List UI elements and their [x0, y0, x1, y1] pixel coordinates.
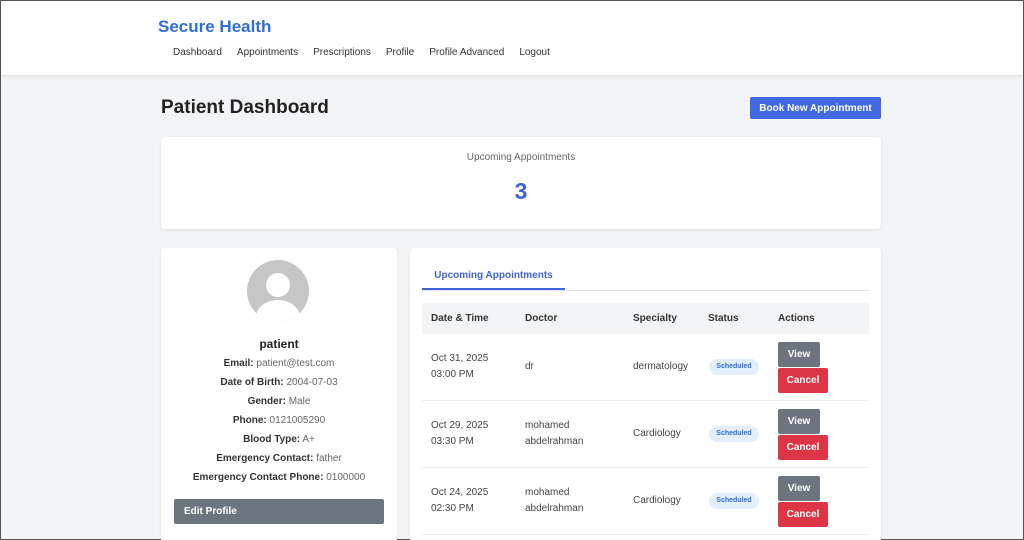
profile-email-label: Email:: [223, 358, 254, 369]
patient-name: patient: [259, 337, 299, 351]
appointment-datetime: Oct 29, 2025 03:30 PM: [431, 418, 488, 450]
avatar-head-icon: [266, 273, 290, 297]
appointment-time: 03:30 PM: [431, 436, 474, 447]
profile-dob-label: Date of Birth:: [220, 377, 284, 388]
appointment-date: Oct 31, 2025: [431, 353, 489, 364]
column-doctor: Doctor: [525, 313, 558, 324]
tab-upcoming-appointments[interactable]: Upcoming Appointments: [422, 262, 565, 290]
appointment-time: 03:00 PM: [431, 369, 474, 380]
cancel-button[interactable]: Cancel: [778, 368, 828, 393]
profile-email: Email: patient@test.com: [161, 358, 397, 369]
cancel-button[interactable]: Cancel: [778, 435, 828, 460]
avatar-body-icon: [256, 300, 300, 322]
brand-logo[interactable]: Secure Health: [158, 17, 271, 37]
appointment-datetime: Oct 31, 2025 03:00 PM: [431, 351, 488, 383]
nav-dashboard[interactable]: Dashboard: [173, 47, 222, 58]
table-row: Oct 31, 2025 03:00 PM dr dermatology Sch…: [422, 334, 869, 401]
profile-emergency-contact-value: father: [316, 453, 342, 464]
doctor-name-line1: mohamed: [525, 487, 570, 498]
nav-profile-advanced[interactable]: Profile Advanced: [429, 47, 504, 58]
profile-blood-type-label: Blood Type:: [243, 434, 301, 445]
table-row: Oct 24, 2025 02:30 PM mohamed abdelrahma…: [422, 468, 869, 535]
tab-divider: [422, 290, 870, 291]
nav-prescriptions[interactable]: Prescriptions: [313, 47, 371, 58]
upcoming-count-card: Upcoming Appointments 3: [161, 137, 881, 229]
stat-value: 3: [514, 178, 528, 204]
column-date-time: Date & Time: [431, 313, 489, 324]
appointments-card: Upcoming Appointments Date & Time Doctor…: [410, 248, 881, 540]
appointment-doctor: mohamed abdelrahman: [525, 485, 583, 517]
profile-phone-value: 0121005290: [269, 415, 326, 426]
doctor-name-line1: dr: [525, 361, 534, 372]
profile-gender: Gender: Male: [161, 396, 397, 407]
profile-dob: Date of Birth: 2004-07-03: [161, 377, 397, 388]
main-nav: Dashboard Appointments Prescriptions Pro…: [173, 47, 565, 58]
page-title: Patient Dashboard: [161, 97, 329, 118]
nav-profile[interactable]: Profile: [386, 47, 414, 58]
profile-emergency-phone-value: 0100000: [326, 472, 366, 483]
avatar: [247, 260, 309, 322]
profile-emergency-contact-label: Emergency Contact:: [216, 453, 314, 464]
profile-gender-value: Male: [288, 396, 311, 407]
book-appointment-button[interactable]: Book New Appointment: [750, 97, 881, 119]
stat-label: Upcoming Appointments: [466, 152, 576, 163]
appointment-specialty: Cardiology: [633, 495, 681, 506]
column-status: Status: [708, 313, 739, 324]
profile-phone: Phone: 0121005290: [161, 415, 397, 426]
appointment-doctor: mohamed abdelrahman: [525, 418, 583, 450]
doctor-name-line1: mohamed: [525, 420, 570, 431]
view-button[interactable]: View: [778, 409, 820, 434]
status-badge: Scheduled: [709, 359, 759, 375]
status-badge: Scheduled: [709, 493, 759, 509]
profile-dob-value: 2004-07-03: [286, 377, 338, 388]
appointment-doctor: dr: [525, 359, 534, 375]
status-badge: Scheduled: [709, 426, 759, 442]
appointment-date: Oct 29, 2025: [431, 420, 489, 431]
view-button[interactable]: View: [778, 476, 820, 501]
nav-appointments[interactable]: Appointments: [237, 47, 298, 58]
appointment-specialty: dermatology: [633, 361, 689, 372]
appointment-time: 02:30 PM: [431, 503, 474, 514]
profile-email-value: patient@test.com: [256, 358, 335, 369]
table-row: Oct 29, 2025 03:30 PM mohamed abdelrahma…: [422, 401, 869, 468]
profile-gender-label: Gender:: [247, 396, 286, 407]
column-actions: Actions: [778, 313, 815, 324]
top-navbar: Secure Health Dashboard Appointments Pre…: [1, 1, 1023, 76]
table-header: Date & Time Doctor Specialty Status Acti…: [422, 303, 869, 334]
profile-emergency-phone-label: Emergency Contact Phone:: [192, 472, 324, 483]
appointment-specialty: Cardiology: [633, 428, 681, 439]
profile-blood-type: Blood Type: A+: [161, 434, 397, 445]
profile-emergency-phone: Emergency Contact Phone: 0100000: [161, 472, 397, 483]
view-button[interactable]: View: [778, 342, 820, 367]
profile-card: patient Email: patient@test.com Date of …: [161, 248, 397, 540]
edit-profile-button[interactable]: Edit Profile: [174, 499, 384, 524]
doctor-name-line2: abdelrahman: [525, 503, 584, 514]
profile-blood-type-value: A+: [302, 434, 315, 445]
cancel-button[interactable]: Cancel: [778, 502, 828, 527]
nav-logout[interactable]: Logout: [519, 47, 550, 58]
doctor-name-line2: abdelrahman: [525, 436, 584, 447]
appointment-datetime: Oct 24, 2025 02:30 PM: [431, 485, 488, 517]
appointment-date: Oct 24, 2025: [431, 487, 489, 498]
profile-emergency-contact: Emergency Contact: father: [161, 453, 397, 464]
profile-phone-label: Phone:: [232, 415, 267, 426]
column-specialty: Specialty: [633, 313, 677, 324]
